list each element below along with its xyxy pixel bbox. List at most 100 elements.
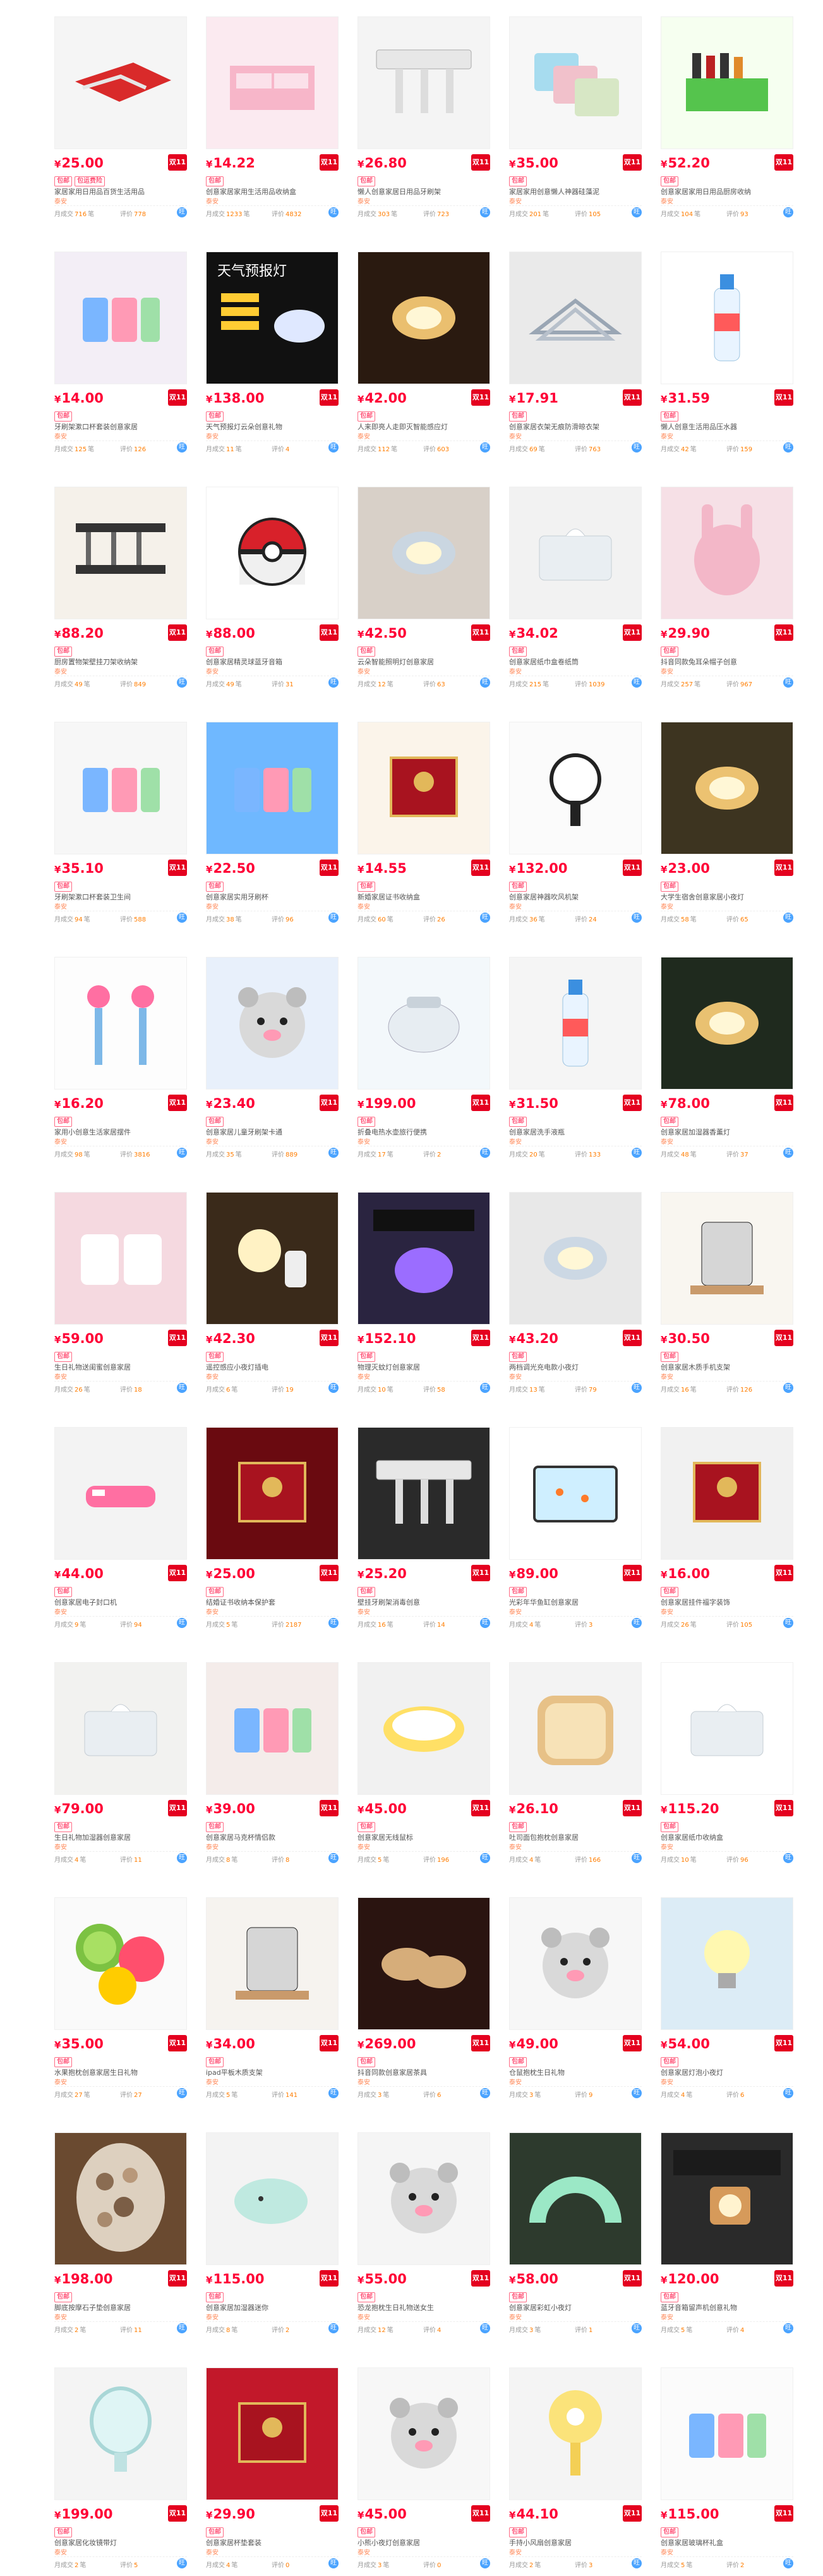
product-image[interactable] [509, 1427, 642, 1560]
product-image[interactable] [661, 1427, 793, 1560]
product-image[interactable] [661, 957, 793, 1090]
review-count[interactable]: 评价 11 [120, 1854, 143, 1864]
product-image[interactable] [509, 722, 642, 854]
product-card[interactable]: ¥115.00 双11 包邮 创意家居加湿器迷你 泰安 月成交 8 笔评价 2 旺 [203, 2130, 341, 2341]
review-count[interactable]: 评价 8 [272, 1854, 291, 1864]
chat-icon[interactable]: 旺 [632, 1148, 642, 1158]
product-title[interactable]: 新婚家居证书收纳盒 [357, 892, 490, 902]
review-count[interactable]: 评价 166 [575, 1854, 602, 1864]
chat-icon[interactable]: 旺 [177, 2088, 187, 2098]
product-image[interactable] [357, 487, 490, 619]
chat-icon[interactable]: 旺 [632, 1618, 642, 1628]
product-title[interactable]: 仓鼠抱枕生日礼物 [509, 2068, 642, 2077]
product-image[interactable] [54, 1662, 187, 1795]
product-card[interactable]: ¥16.20 双11 包邮 家用小创意生活家居摆件 泰安 月成交 98 笔评价 3816 旺 [52, 954, 189, 1165]
product-card[interactable]: ¥88.20 双11 包邮 厨房置物架壁挂刀架收纳架 泰安 月成交 49 笔评价 849 旺 [52, 484, 189, 695]
product-title[interactable]: 脚底按摩石子垫创意家居 [54, 2303, 187, 2312]
review-count[interactable]: 评价 0 [272, 2560, 291, 2569]
product-image[interactable] [661, 252, 793, 384]
product-title[interactable]: 云朵智能照明灯创意家居 [357, 657, 490, 667]
product-title[interactable]: 小熊小夜灯创意家居 [357, 2538, 490, 2548]
product-title[interactable]: 家用小创意生活家居摆件 [54, 1127, 187, 1137]
product-image[interactable] [206, 1662, 339, 1795]
product-card[interactable]: ¥23.40 双11 包邮 创意家居儿童牙刷架卡通 泰安 月成交 35 笔评价 889 旺 [203, 954, 341, 1165]
product-card[interactable]: ¥45.00 双11 包邮 创意家居无线鼠标 泰安 月成交 5 笔评价 196 旺 [355, 1660, 493, 1871]
product-title[interactable]: 创意家居彩虹小夜灯 [509, 2303, 642, 2312]
product-card[interactable]: ¥89.00 双11 包邮 光彩年华鱼缸创意家居 泰安 月成交 4 笔评价 3 旺 [507, 1425, 644, 1636]
chat-icon[interactable]: 旺 [783, 1853, 793, 1863]
product-title[interactable]: 创意家居木质手机支架 [661, 1363, 793, 1372]
review-count[interactable]: 评价 11 [120, 2324, 143, 2334]
review-count[interactable]: 评价 58 [423, 1384, 447, 1394]
product-title[interactable]: 创意家居纸巾收纳盒 [661, 1833, 793, 1842]
product-card[interactable]: ¥54.00 双11 包邮 创意家居灯泡小夜灯 泰安 月成交 4 笔评价 6 旺 [658, 1895, 796, 2106]
chat-icon[interactable]: 旺 [480, 1853, 490, 1863]
product-image[interactable] [509, 487, 642, 619]
product-title[interactable]: 懒人创意家居日用品牙刷架 [357, 187, 490, 197]
product-card[interactable]: ¥42.50 双11 包邮 云朵智能照明灯创意家居 泰安 月成交 12 笔评价 63 旺 [355, 484, 493, 695]
review-count[interactable]: 评价 849 [120, 679, 147, 688]
product-image[interactable] [206, 1427, 339, 1560]
product-card[interactable]: ¥55.00 双11 包邮 恐龙抱枕生日礼物送女生 泰安 月成交 12 笔评价 4 旺 [355, 2130, 493, 2341]
chat-icon[interactable]: 旺 [783, 677, 793, 688]
product-title[interactable]: 创意家居杯垫套装 [206, 2538, 339, 2548]
review-count[interactable]: 评价 1 [575, 2324, 594, 2334]
product-card[interactable]: ¥16.00 双11 包邮 创意家居挂件福字装饰 泰安 月成交 26 笔评价 105 旺 [658, 1425, 796, 1636]
product-card[interactable]: ¥79.00 双11 包邮 生日礼物加湿器创意家居 泰安 月成交 4 笔评价 11 旺 [52, 1660, 189, 1871]
product-image[interactable] [54, 1427, 187, 1560]
product-card[interactable]: ¥42.30 双11 包邮 遥控感应小夜灯插电 泰安 月成交 6 笔评价 19 旺 [203, 1189, 341, 1400]
product-title[interactable]: 创意家居儿童牙刷架卡通 [206, 1127, 339, 1137]
product-card[interactable]: ¥43.20 双11 包邮 两档调光充电款小夜灯 泰安 月成交 13 笔评价 79 旺 [507, 1189, 644, 1400]
product-title[interactable]: 家居家用创意懒人神器硅藻泥 [509, 187, 642, 197]
chat-icon[interactable]: 旺 [783, 1618, 793, 1628]
product-title[interactable]: 恐龙抱枕生日礼物送女生 [357, 2303, 490, 2312]
product-image[interactable] [509, 1897, 642, 2030]
product-title[interactable]: 创意家居实用牙刷杯 [206, 892, 339, 902]
product-title[interactable]: 遥控感应小夜灯插电 [206, 1363, 339, 1372]
product-card[interactable]: ¥152.10 双11 包邮 物理灭蚊灯创意家居 泰安 月成交 10 笔评价 58 旺 [355, 1189, 493, 1400]
review-count[interactable]: 评价 24 [575, 914, 598, 923]
product-card[interactable]: ¥29.90 双11 包邮 创意家居杯垫套装 泰安 月成交 4 笔评价 0 旺 [203, 2365, 341, 2576]
product-card[interactable]: ¥26.10 双11 包邮 吐司面包抱枕创意家居 泰安 月成交 4 笔评价 166 旺 [507, 1660, 644, 1871]
product-title[interactable]: 创意家居挂件福字装饰 [661, 1598, 793, 1607]
review-count[interactable]: 评价 588 [120, 914, 147, 923]
product-card[interactable]: ¥31.50 双11 包邮 创意家居洗手液瓶 泰安 月成交 20 笔评价 133 旺 [507, 954, 644, 1165]
product-card[interactable]: ¥59.00 双11 包邮 生日礼物送闺蜜创意家居 泰安 月成交 26 笔评价 18 旺 [52, 1189, 189, 1400]
review-count[interactable]: 评价 4 [726, 2324, 745, 2334]
product-card[interactable]: ¥22.50 双11 包邮 创意家居实用牙刷杯 泰安 月成交 38 笔评价 96 旺 [203, 719, 341, 930]
product-image[interactable] [357, 1897, 490, 2030]
chat-icon[interactable]: 旺 [783, 2323, 793, 2333]
chat-icon[interactable]: 旺 [177, 677, 187, 688]
product-image[interactable] [206, 2132, 339, 2265]
product-card[interactable]: ¥31.59 双11 包邮 懒人创意生活用品压水器 泰安 月成交 42 笔评价 159 旺 [658, 249, 796, 460]
product-card[interactable]: ¥14.55 双11 包邮 新婚家居证书收纳盒 泰安 月成交 60 笔评价 26 旺 [355, 719, 493, 930]
product-title[interactable]: 手持小风扇创意家居 [509, 2538, 642, 2548]
product-title[interactable]: 蓝牙音箱留声机创意礼物 [661, 2303, 793, 2312]
product-title[interactable]: 人来即亮人走即灭智能感应灯 [357, 422, 490, 432]
chat-icon[interactable]: 旺 [632, 2088, 642, 2098]
review-count[interactable]: 评价 37 [726, 1149, 750, 1158]
product-title[interactable]: 创意家居加湿器香薰灯 [661, 1127, 793, 1137]
product-title[interactable]: 创意家居无线鼠标 [357, 1833, 490, 1842]
product-image[interactable] [54, 487, 187, 619]
product-card[interactable]: ¥39.00 双11 包邮 创意家居马克杯情侣款 泰安 月成交 8 笔评价 8 旺 [203, 1660, 341, 1871]
product-image[interactable] [206, 1192, 339, 1325]
product-card[interactable]: ¥34.00 双11 包邮 ipad平板木质支架 泰安 月成交 5 笔评价 141 旺 [203, 1895, 341, 2106]
chat-icon[interactable]: 旺 [328, 1853, 339, 1863]
chat-icon[interactable]: 旺 [632, 2323, 642, 2333]
chat-icon[interactable]: 旺 [328, 677, 339, 688]
chat-icon[interactable]: 旺 [328, 2558, 339, 2568]
product-card[interactable]: ¥58.00 双11 包邮 创意家居彩虹小夜灯 泰安 月成交 3 笔评价 1 旺 [507, 2130, 644, 2341]
product-image[interactable] [357, 957, 490, 1090]
chat-icon[interactable]: 旺 [328, 913, 339, 923]
product-image[interactable] [509, 2132, 642, 2265]
product-image[interactable] [661, 722, 793, 854]
chat-icon[interactable]: 旺 [480, 2558, 490, 2568]
review-count[interactable]: 评价 723 [423, 209, 450, 218]
product-card[interactable]: ¥52.20 双11 包邮 创意家居家用日用品厨房收纳 泰安 月成交 104 笔评价 93 旺 [658, 14, 796, 225]
review-count[interactable]: 评价 0 [423, 2560, 442, 2569]
chat-icon[interactable]: 旺 [480, 207, 490, 217]
product-title[interactable]: 大学生宿舍创意家居小夜灯 [661, 892, 793, 902]
review-count[interactable]: 评价 2187 [272, 1619, 303, 1629]
product-image[interactable] [54, 252, 187, 384]
